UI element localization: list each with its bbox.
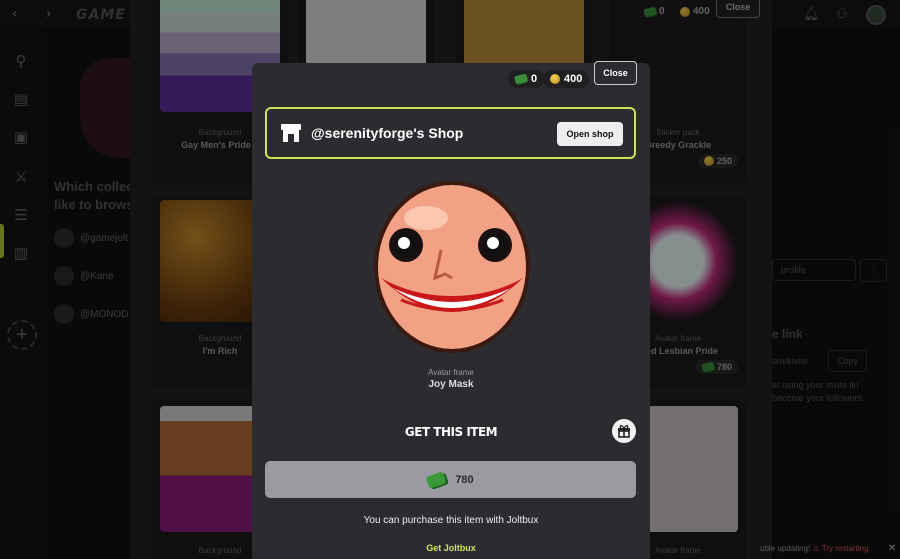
joy-mask-image [374, 181, 530, 353]
item-name: Joy Mask [428, 379, 474, 390]
joltbux-icon [514, 73, 528, 85]
joltbux-balance: 0 [508, 70, 545, 88]
get-item-heading: GET THIS ITEM [404, 425, 498, 439]
shop-title: @serenityforge's Shop [311, 125, 464, 141]
joltbux-icon [425, 470, 447, 489]
item-modal: 0 400 Close @serenityforge's Shop Open s… [252, 61, 650, 559]
storefront-icon [281, 124, 301, 142]
item-category: Avatar frame [428, 368, 474, 377]
coin-icon [550, 74, 560, 84]
get-joltbux-link[interactable]: Get Joltbux [252, 543, 650, 553]
gift-icon [618, 425, 630, 438]
coin-balance: 400 [543, 70, 590, 88]
buy-with-joltbux-button[interactable]: 780 [265, 461, 636, 498]
open-shop-button[interactable]: Open shop [557, 122, 623, 146]
close-button[interactable]: Close [594, 61, 637, 85]
price-label: 780 [455, 473, 474, 486]
purchase-note: You can purchase this item with Joltbux [363, 515, 539, 526]
gift-button[interactable] [612, 419, 636, 443]
shop-banner: @serenityforge's Shop Open shop [265, 107, 636, 159]
